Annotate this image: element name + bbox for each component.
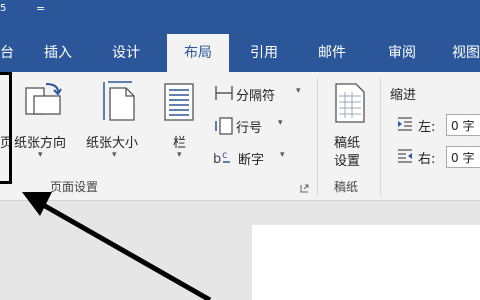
annotation-arrow-icon	[22, 192, 212, 300]
